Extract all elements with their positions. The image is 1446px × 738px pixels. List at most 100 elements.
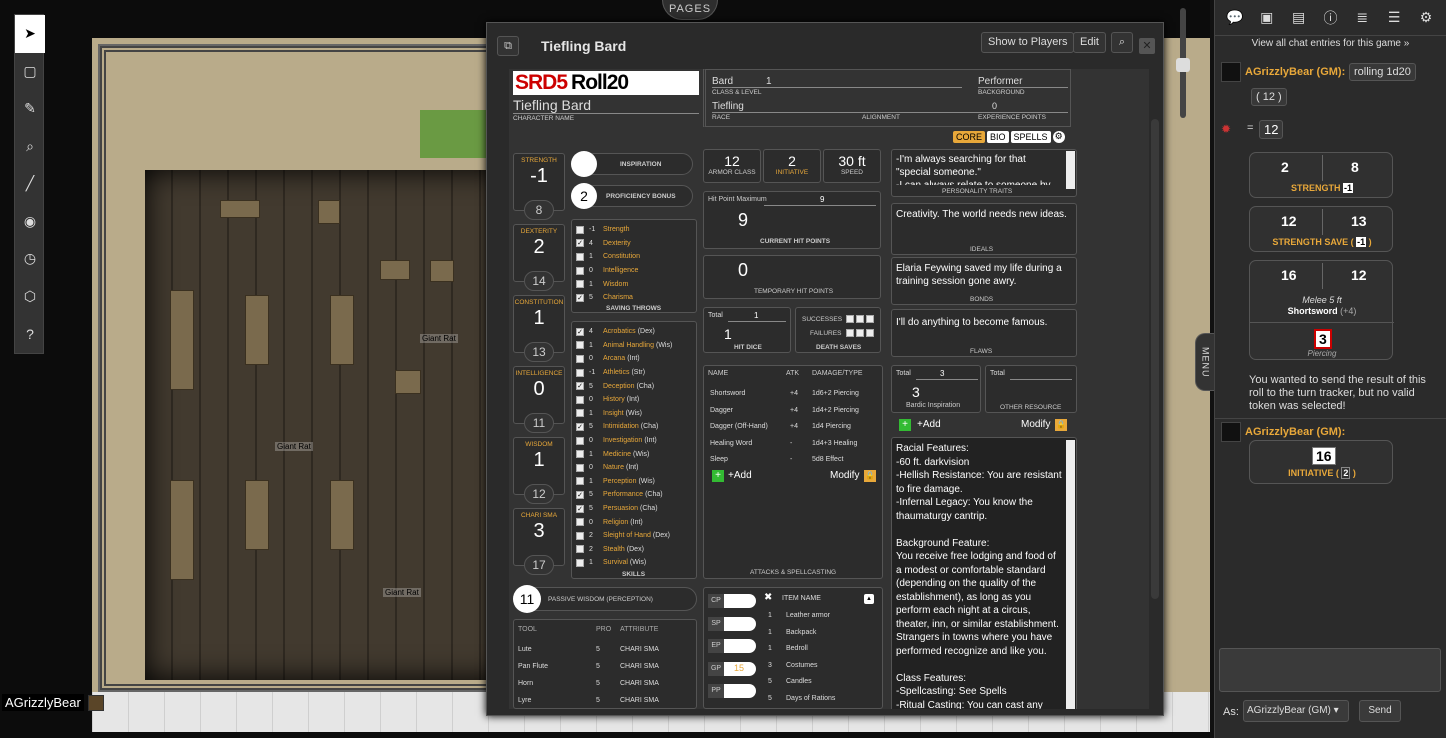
proficiency-checkbox[interactable]: ✓: [576, 327, 584, 336]
add-resource-icon[interactable]: +: [899, 419, 911, 431]
list-row-name[interactable]: Intimidation: [603, 423, 639, 430]
armor-class-value[interactable]: 12: [704, 153, 760, 169]
list-row-name[interactable]: Deception: [603, 383, 635, 390]
zoom-slider-thumb[interactable]: [1176, 58, 1190, 72]
tab-core[interactable]: CORE: [953, 131, 986, 143]
coin-field[interactable]: EP: [708, 639, 756, 653]
sheet-scrollbar[interactable]: [1151, 119, 1159, 599]
send-button[interactable]: Send: [1359, 700, 1401, 722]
list-row-name[interactable]: Charisma: [603, 294, 633, 301]
coin-field[interactable]: SP: [708, 616, 756, 631]
ability-modifier[interactable]: 3: [514, 519, 564, 543]
proficiency-checkbox[interactable]: [576, 463, 584, 472]
list-row-name[interactable]: Stealth: [603, 546, 625, 553]
list-row-name[interactable]: Athletics: [603, 369, 629, 376]
dice-icon[interactable]: ⬡: [15, 278, 45, 316]
list-row-name[interactable]: Strength: [603, 226, 629, 233]
list-row-name[interactable]: Investigation: [603, 437, 642, 444]
list-row-name[interactable]: Religion: [603, 519, 628, 526]
roll-value[interactable]: 2: [1278, 159, 1292, 175]
proficiency-checkbox[interactable]: ✓: [576, 504, 584, 513]
add-attack-button[interactable]: +Add: [728, 470, 752, 481]
item-name[interactable]: Candles: [786, 678, 812, 685]
list-row-name[interactable]: Persuasion: [603, 505, 638, 512]
ability-score[interactable]: 12: [524, 484, 554, 504]
attack-cell[interactable]: Sleep: [710, 456, 728, 463]
coin-field[interactable]: CP: [708, 594, 756, 608]
speed-value[interactable]: 30 ft: [824, 153, 880, 169]
brush-icon[interactable]: ✎: [15, 90, 45, 128]
hit-dice-value[interactable]: 1: [724, 326, 732, 342]
modify-resource-button[interactable]: Modify: [1021, 419, 1050, 430]
temp-hp-value[interactable]: 0: [738, 260, 748, 281]
proficiency-checkbox[interactable]: [576, 477, 584, 486]
lock-icon[interactable]: 🔒: [864, 470, 876, 482]
list-row-name[interactable]: Wisdom: [603, 281, 628, 288]
modify-attacks-button[interactable]: Modify: [830, 470, 859, 481]
list-row-name[interactable]: Arcana: [603, 355, 625, 362]
add-attack-icon[interactable]: +: [712, 470, 724, 482]
proficiency-checkbox[interactable]: [576, 409, 584, 418]
proficiency-checkbox[interactable]: ✓: [576, 382, 584, 391]
failure-checks[interactable]: [846, 329, 874, 337]
tool-cell[interactable]: Horn: [518, 680, 533, 687]
ability-modifier[interactable]: 1: [514, 448, 564, 472]
proficiency-checkbox[interactable]: ✓: [576, 490, 584, 499]
tool-cell[interactable]: Lyre: [518, 697, 531, 704]
proficiency-checkbox[interactable]: [576, 368, 584, 377]
proficiency-checkbox[interactable]: [576, 436, 584, 445]
select-icon[interactable]: ➤: [15, 15, 45, 53]
xp-value[interactable]: 0: [992, 101, 997, 111]
list-row-name[interactable]: Acrobatics: [603, 328, 636, 335]
close-icon[interactable]: ✕: [1139, 38, 1155, 54]
resource-value[interactable]: 3: [912, 384, 920, 400]
list-row-name[interactable]: Insight: [603, 410, 624, 417]
proficiency-checkbox[interactable]: ✓: [576, 239, 584, 248]
proficiency-checkbox[interactable]: [576, 558, 584, 567]
delete-icon[interactable]: ✖: [764, 592, 772, 603]
roll-value[interactable]: 16: [1312, 447, 1336, 465]
coin-field[interactable]: GP 15: [708, 661, 756, 676]
search-icon[interactable]: ⌕: [1111, 32, 1133, 53]
inspiration-circle[interactable]: [571, 151, 597, 177]
ability-modifier[interactable]: -1: [514, 164, 564, 188]
ability-score[interactable]: 11: [524, 413, 554, 433]
passive-wisdom-value[interactable]: 11: [513, 585, 541, 613]
lock-icon[interactable]: 🔒: [1055, 419, 1067, 431]
item-name[interactable]: Leather armor: [786, 612, 830, 619]
clock-icon[interactable]: ◷: [15, 240, 45, 278]
proficiency-checkbox[interactable]: ✓: [576, 422, 584, 431]
speaking-as-select[interactable]: AGrizzlyBear (GM) ▾: [1243, 700, 1349, 722]
list-row-name[interactable]: Nature: [603, 464, 624, 471]
roll-result[interactable]: 12: [1259, 120, 1284, 139]
attack-cell[interactable]: Dagger (Off-Hand): [710, 423, 768, 430]
chat-icon[interactable]: 💬: [1222, 5, 1248, 31]
proficiency-checkbox[interactable]: [576, 531, 584, 540]
eye-icon[interactable]: ◉: [15, 203, 45, 241]
hp-current-value[interactable]: 9: [738, 210, 748, 231]
chat-input[interactable]: [1219, 648, 1441, 692]
cube-icon[interactable]: ▢: [15, 53, 45, 91]
list-row-name[interactable]: Survival: [603, 559, 628, 566]
list-row-name[interactable]: Performance: [603, 491, 643, 498]
bonds-text[interactable]: Elaria Feywing saved my life during a tr…: [896, 262, 1072, 288]
proficiency-value[interactable]: 2: [571, 183, 597, 209]
player-color-swatch[interactable]: [87, 694, 104, 711]
coin-field[interactable]: PP: [708, 684, 756, 698]
roll-value[interactable]: 12: [1348, 267, 1370, 283]
roll-value[interactable]: 8: [1348, 159, 1362, 175]
view-all-chat-link[interactable]: View all chat entries for this game »: [1215, 34, 1446, 53]
success-checks[interactable]: [846, 315, 874, 323]
resource-name[interactable]: Bardic Inspiration: [906, 402, 960, 409]
list-row-name[interactable]: Medicine: [603, 451, 631, 458]
proficiency-checkbox[interactable]: [576, 354, 584, 363]
proficiency-checkbox[interactable]: [576, 252, 584, 261]
ability-modifier[interactable]: 0: [514, 377, 564, 401]
proficiency-checkbox[interactable]: ✓: [576, 293, 584, 302]
resource-total[interactable]: 3: [940, 369, 944, 378]
race-value[interactable]: Tiefling: [712, 101, 744, 112]
list-row-name[interactable]: Sleight of Hand: [603, 532, 651, 539]
level-value[interactable]: 1: [766, 76, 772, 87]
ideals-text[interactable]: Creativity. The world needs new ideas.: [896, 208, 1072, 221]
features-text[interactable]: Racial Features: -60 ft. darkvision -Hel…: [896, 442, 1064, 709]
